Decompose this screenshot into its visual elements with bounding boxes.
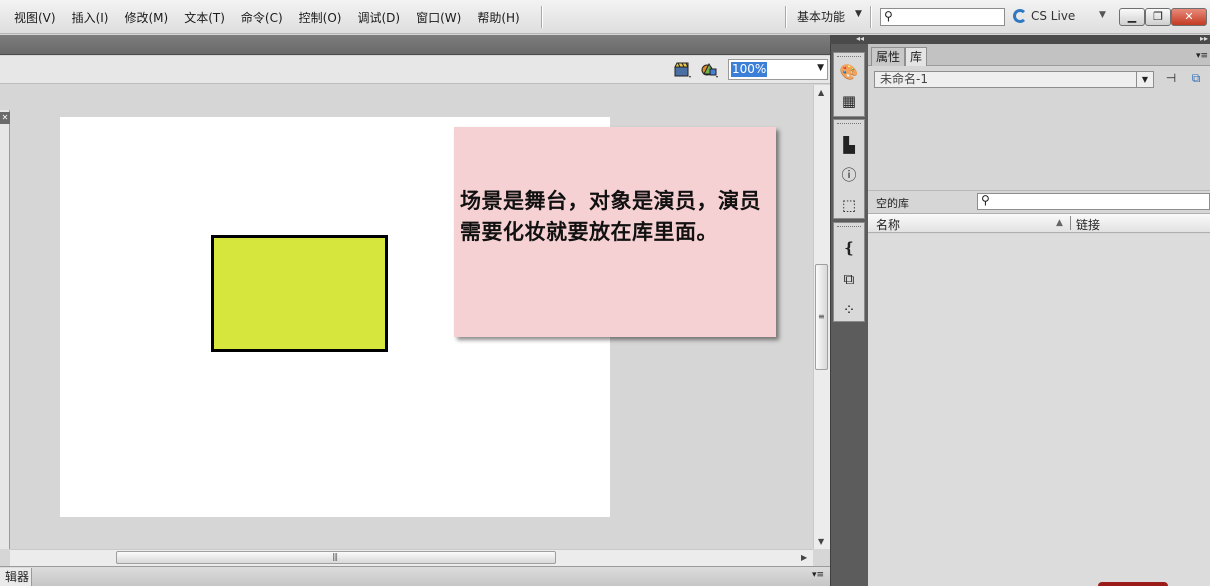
cs-live-label: CS Live (1031, 9, 1076, 23)
menu-separator (785, 6, 786, 28)
chevron-down-icon[interactable]: ▼ (817, 63, 824, 73)
pin-icon[interactable]: ⊣ (1162, 71, 1180, 89)
edit-scene-icon[interactable] (673, 60, 693, 80)
transform-icon[interactable]: ⬚ (839, 195, 859, 215)
chevron-down-icon[interactable]: ▼ (855, 9, 862, 19)
dock-grip (837, 123, 861, 127)
cs-live-button[interactable]: CS Live (1013, 9, 1075, 23)
menu-control[interactable]: 控制(O) (291, 9, 350, 26)
library-search-input[interactable]: ⚲ (977, 193, 1210, 210)
menu-insert[interactable]: 插入(I) (64, 9, 117, 26)
dock-grip (837, 56, 861, 60)
panel-menu-icon[interactable]: ▾≡ (812, 570, 824, 580)
panel-menu-icon[interactable]: ▾≡ (1196, 51, 1208, 61)
scroll-grip-icon: ≡ (818, 312, 825, 321)
sort-up-icon[interactable]: ▲ (1056, 218, 1063, 228)
code-snippets-icon[interactable]: ❴ (839, 238, 859, 258)
menu-window[interactable]: 窗口(W) (408, 9, 469, 26)
motion-presets-icon[interactable]: ⁘ (839, 300, 859, 320)
document-tab-strip (0, 35, 830, 55)
scroll-down-arrow[interactable]: ▼ (818, 537, 824, 546)
tab-properties[interactable]: 属性 (871, 47, 906, 66)
chevron-down-icon[interactable]: ▼ (1136, 72, 1153, 87)
edit-symbol-icon[interactable] (700, 60, 720, 80)
rectangle-shape[interactable] (211, 235, 388, 352)
swatches-icon[interactable]: ▦ (839, 91, 859, 111)
column-divider[interactable] (1070, 216, 1071, 230)
menu-help[interactable]: 帮助(H) (469, 9, 527, 26)
workspace-switcher[interactable]: 基本功能 (797, 8, 845, 25)
menu-separator (541, 6, 542, 28)
menu-list: 视图(V) 插入(I) 修改(M) 文本(T) 命令(C) 控制(O) 调试(D… (6, 0, 528, 34)
bottom-panel-tab[interactable]: 辑器 (0, 568, 32, 586)
minimize-button[interactable]: ▁ (1119, 8, 1145, 26)
close-button[interactable]: ✕ (1171, 8, 1207, 26)
menu-modify[interactable]: 修改(M) (116, 9, 176, 26)
sticky-note: 场景是舞台，对象是演员，演员需要化妆就要放在库里面。 (454, 127, 776, 337)
info-icon[interactable]: ⓘ (839, 165, 859, 185)
dock-grip (837, 226, 861, 230)
align-icon[interactable]: ▙ (839, 135, 859, 155)
restore-button[interactable]: ❐ (1145, 8, 1171, 26)
menu-text[interactable]: 文本(T) (176, 9, 233, 26)
cs-live-icon (1013, 9, 1027, 23)
components-icon[interactable]: ⧉ (839, 269, 859, 289)
left-panel-edge (0, 110, 10, 549)
library-document-select[interactable]: 未命名-1 (874, 71, 1154, 88)
scroll-grip-icon: ||| (332, 552, 338, 561)
scroll-right-arrow[interactable]: ▶ (801, 553, 807, 562)
item-count-label: 空的库 (876, 197, 909, 210)
zoom-combobox[interactable]: 100% ▼ (728, 59, 828, 80)
chevron-down-icon[interactable]: ▼ (1099, 10, 1106, 20)
menu-commands[interactable]: 命令(C) (233, 9, 291, 26)
menu-view[interactable]: 视图(V) (6, 9, 64, 26)
search-icon: ⚲ (884, 9, 893, 23)
column-linkage[interactable]: 链接 (1076, 216, 1100, 233)
library-item-list[interactable] (868, 234, 1210, 586)
bottom-panel-header (0, 566, 830, 586)
note-text: 场景是舞台，对象是演员，演员需要化妆就要放在库里面。 (460, 188, 761, 244)
color-palette-icon[interactable]: 🎨 (839, 62, 859, 82)
collapse-icon[interactable]: ◂◂ (856, 34, 864, 43)
library-column-header (868, 213, 1210, 233)
tab-library[interactable]: 库 (905, 47, 928, 66)
column-name[interactable]: 名称 (876, 216, 900, 233)
menu-debug[interactable]: 调试(D) (349, 9, 408, 26)
close-icon[interactable]: ✕ (0, 112, 10, 124)
search-icon: ⚲ (981, 193, 990, 207)
new-library-panel-icon[interactable]: ⧉ (1187, 71, 1205, 89)
help-search-input[interactable]: ⚲ (880, 8, 1005, 26)
taskbar-indicator (1098, 582, 1168, 586)
scroll-up-arrow[interactable]: ▲ (818, 88, 824, 97)
edit-bar (0, 56, 830, 84)
library-preview-area (868, 93, 1210, 191)
zoom-value[interactable]: 100% (731, 62, 768, 77)
menu-separator (870, 6, 871, 28)
collapse-icon[interactable]: ▸▸ (1200, 34, 1208, 43)
panel-header (868, 35, 1210, 44)
